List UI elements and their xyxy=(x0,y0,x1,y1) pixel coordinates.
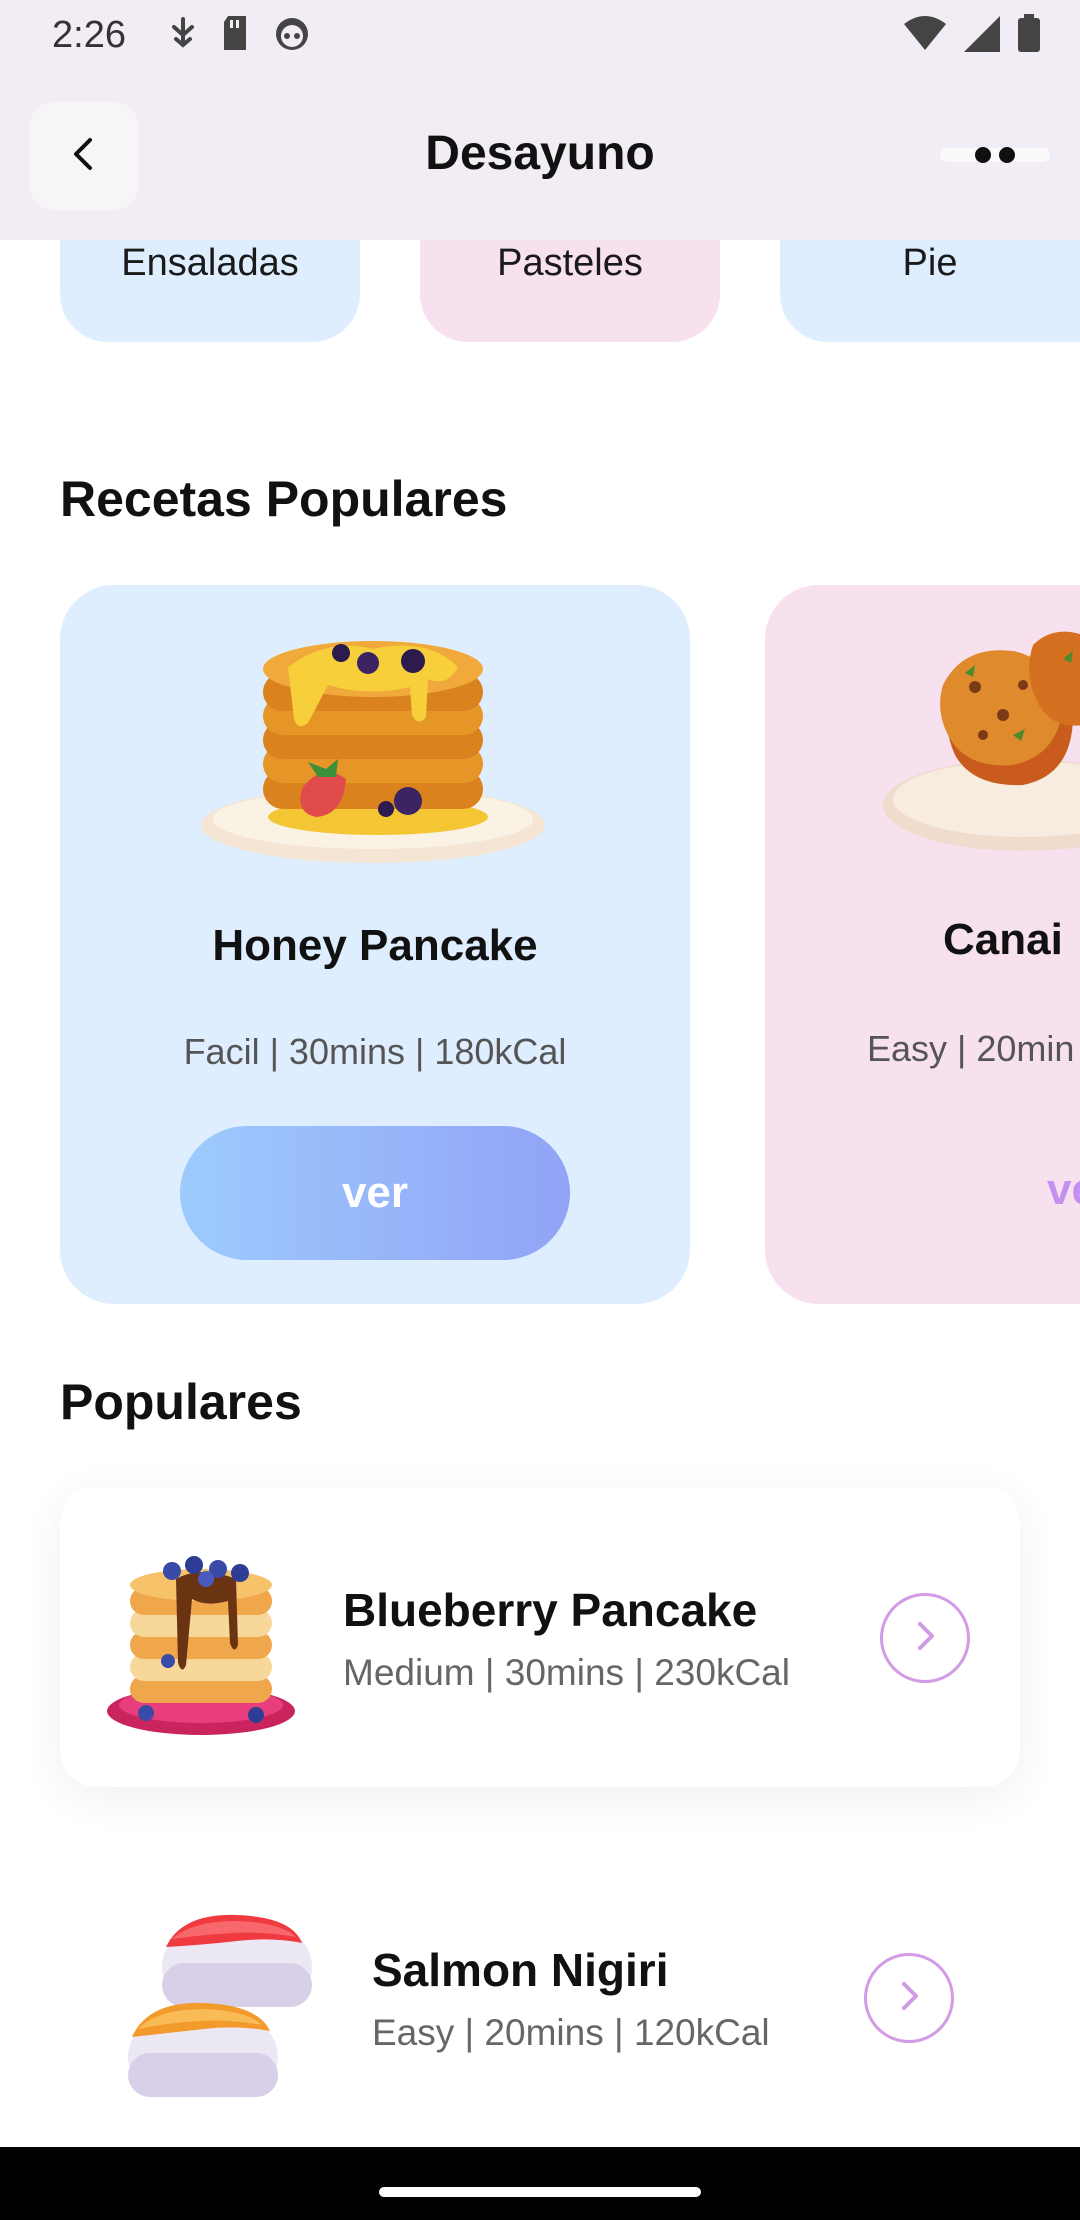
open-recipe-button[interactable] xyxy=(864,1953,954,2043)
list-item-title: Salmon Nigiri xyxy=(372,1944,669,1996)
blueberry-pancake-icon xyxy=(106,1545,296,1740)
recipe-card-meta: Facil | 30mins | 180kCal xyxy=(183,1031,567,1072)
section-title-populares: Populares xyxy=(60,1374,302,1430)
status-system-icons xyxy=(902,14,1042,59)
pancake-stack-icon xyxy=(198,627,548,872)
chevron-right-icon xyxy=(892,1979,926,2018)
more-horizontal-icon xyxy=(975,147,1015,163)
recipe-card-canai[interactable]: Canai Easy | 20min ve xyxy=(765,585,1080,1304)
signal-icon xyxy=(962,14,1002,59)
ver-button[interactable]: ve xyxy=(1047,1165,1080,1215)
recipe-card-meta: Easy | 20min xyxy=(867,1028,1075,1069)
recipe-card-title: Canai xyxy=(943,915,1063,964)
system-navigation-bar xyxy=(0,2147,1080,2220)
sd-card-icon xyxy=(220,14,250,57)
list-item-blueberry-pancake[interactable]: Blueberry Pancake Medium | 30mins | 230k… xyxy=(60,1487,1020,1787)
wifi-icon xyxy=(902,14,948,59)
status-notification-icons xyxy=(168,14,312,57)
status-time: 2:26 xyxy=(52,14,126,56)
recipe-card-honey-pancake[interactable]: Honey Pancake Facil | 30mins | 180kCal v… xyxy=(60,585,690,1304)
section-title-recetas-populares: Recetas Populares xyxy=(60,471,508,527)
category-label: Ensaladas xyxy=(121,242,299,284)
category-label: Pie xyxy=(902,242,958,284)
canai-bread-icon xyxy=(883,625,1080,860)
ver-button[interactable]: ver xyxy=(180,1126,570,1260)
category-chip-pasteles[interactable]: Pasteles xyxy=(420,240,720,342)
list-item-meta: Easy | 20mins | 120kCal xyxy=(372,2012,770,2053)
battery-icon xyxy=(1016,14,1042,59)
status-bar: 2:26 xyxy=(0,0,1080,72)
list-item-title: Blueberry Pancake xyxy=(343,1584,758,1636)
app-bar: Desayuno xyxy=(0,72,1080,240)
category-chip-pie[interactable]: Pie xyxy=(780,240,1080,342)
home-indicator[interactable] xyxy=(379,2187,701,2197)
usb-debug-icon xyxy=(168,15,198,56)
list-item-meta: Medium | 30mins | 230kCal xyxy=(343,1652,790,1693)
recipe-card-title: Honey Pancake xyxy=(212,921,538,970)
category-chip-ensaladas[interactable]: Ensaladas xyxy=(60,240,360,342)
more-options-button[interactable] xyxy=(940,140,1050,170)
category-label: Pasteles xyxy=(497,242,643,284)
android-head-icon xyxy=(272,14,312,57)
page-title: Desayuno xyxy=(425,127,655,180)
list-item-salmon-nigiri[interactable]: Salmon Nigiri Easy | 20mins | 120kCal xyxy=(60,1847,1020,2147)
salmon-nigiri-icon xyxy=(122,1907,322,2112)
open-recipe-button[interactable] xyxy=(880,1593,970,1683)
chevron-right-icon xyxy=(908,1619,942,1658)
